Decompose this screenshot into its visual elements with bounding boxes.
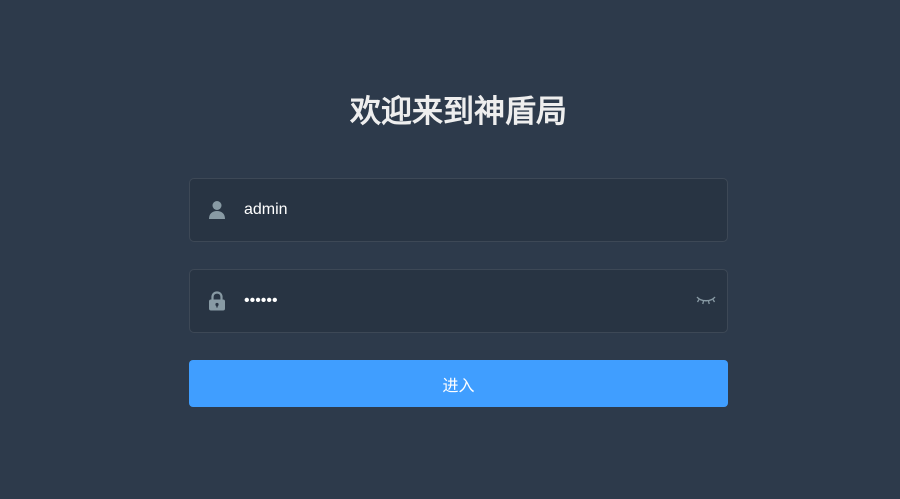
login-button[interactable]: 进入 (189, 360, 728, 407)
username-input[interactable] (244, 179, 684, 241)
login-title: 欢迎来到神盾局 (350, 94, 567, 130)
username-field[interactable] (189, 178, 728, 242)
password-input[interactable] (244, 270, 684, 332)
lock-icon (207, 291, 227, 311)
user-icon (207, 200, 227, 220)
eye-closed-icon[interactable] (695, 292, 717, 310)
password-field[interactable] (189, 269, 728, 333)
